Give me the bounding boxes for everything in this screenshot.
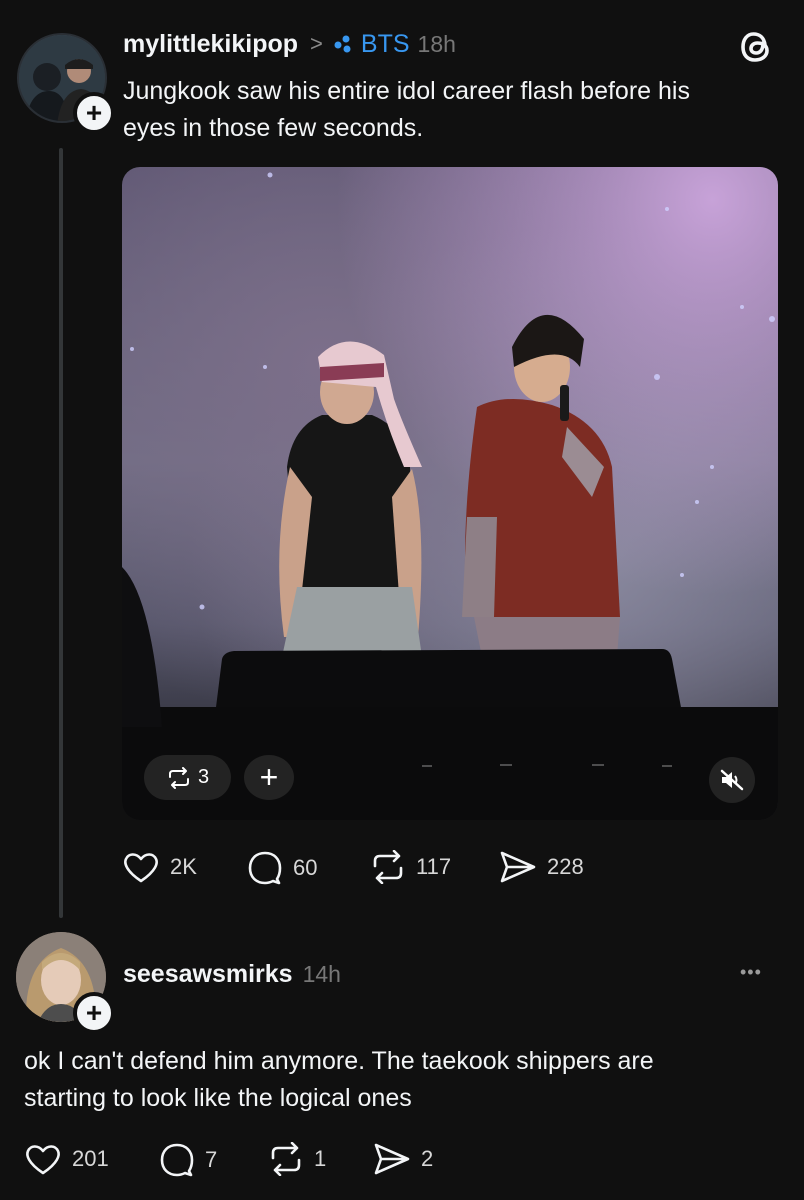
reply-count: 60 bbox=[293, 855, 318, 880]
post-time: 18h bbox=[417, 30, 456, 57]
follow-author-button[interactable]: + bbox=[73, 92, 115, 134]
post-video[interactable]: 3 + bbox=[122, 167, 778, 820]
reply-reply-count: 7 bbox=[205, 1147, 218, 1172]
threads-logo-icon[interactable] bbox=[740, 29, 774, 70]
reply-like-button[interactable]: 201 bbox=[24, 1142, 109, 1176]
reply-header: seesawsmirks 14h bbox=[123, 957, 341, 991]
reply-share-button[interactable]: 2 bbox=[373, 1142, 433, 1176]
post-actions: 2K 60 117 228 bbox=[122, 850, 622, 890]
heart-icon bbox=[26, 1145, 60, 1175]
community-tag-label: BTS bbox=[360, 29, 410, 58]
repost-icon bbox=[373, 850, 403, 884]
post-text-line-1: Jungkook saw his entire idol career flas… bbox=[123, 77, 690, 105]
share-count: 228 bbox=[547, 854, 584, 879]
reply-button[interactable]: 60 bbox=[247, 850, 317, 886]
send-icon bbox=[500, 851, 536, 883]
reply-repost-button[interactable]: 1 bbox=[268, 1142, 326, 1176]
author-username[interactable]: mylittlekikipop bbox=[123, 30, 298, 59]
heart-icon bbox=[124, 853, 158, 883]
reply-text: ok I can't defend him anymore. The taeko… bbox=[24, 1043, 654, 1117]
community-icon bbox=[334, 35, 351, 53]
video-repost-count: 3 bbox=[197, 766, 210, 788]
comment-icon bbox=[248, 851, 282, 885]
breadcrumb-separator: > bbox=[310, 31, 323, 56]
post-text-line-2: eyes in those few seconds. bbox=[123, 114, 424, 142]
repost-icon bbox=[271, 1142, 301, 1176]
mute-button[interactable] bbox=[709, 757, 755, 803]
reply-text-line-1: ok I can't defend him anymore. The taeko… bbox=[24, 1047, 654, 1075]
video-add-button[interactable]: + bbox=[244, 755, 294, 800]
post-header: mylittlekikipop > BTS 18h bbox=[123, 28, 456, 60]
reply-text-line-2: starting to look like the logical ones bbox=[24, 1084, 412, 1112]
send-icon bbox=[374, 1143, 410, 1175]
reply-repost-count: 1 bbox=[314, 1146, 327, 1171]
reply-time: 14h bbox=[302, 960, 341, 987]
community-tag[interactable]: BTS bbox=[333, 30, 410, 59]
repost-icon bbox=[168, 766, 189, 789]
repost-count: 117 bbox=[416, 854, 452, 879]
reply-share-count: 2 bbox=[421, 1146, 434, 1171]
video-frame bbox=[122, 172, 778, 820]
video-repost-pill[interactable]: 3 bbox=[144, 755, 231, 800]
comment-icon bbox=[160, 1143, 194, 1177]
reply-username[interactable]: seesawsmirks bbox=[123, 960, 293, 989]
more-options-button[interactable]: ••• bbox=[740, 962, 762, 983]
muted-speaker-icon bbox=[720, 769, 744, 791]
repost-button[interactable]: 117 bbox=[370, 850, 451, 884]
thread-connector-line bbox=[59, 148, 63, 918]
reply-actions: 201 7 1 2 bbox=[24, 1142, 524, 1182]
share-button[interactable]: 228 bbox=[499, 850, 584, 884]
follow-reply-author-button[interactable]: + bbox=[73, 992, 115, 1034]
like-count: 2K bbox=[170, 854, 197, 879]
reply-reply-button[interactable]: 7 bbox=[159, 1142, 217, 1178]
post-text: Jungkook saw his entire idol career flas… bbox=[123, 73, 690, 147]
like-button[interactable]: 2K bbox=[122, 850, 197, 884]
reply-like-count: 201 bbox=[72, 1146, 109, 1171]
